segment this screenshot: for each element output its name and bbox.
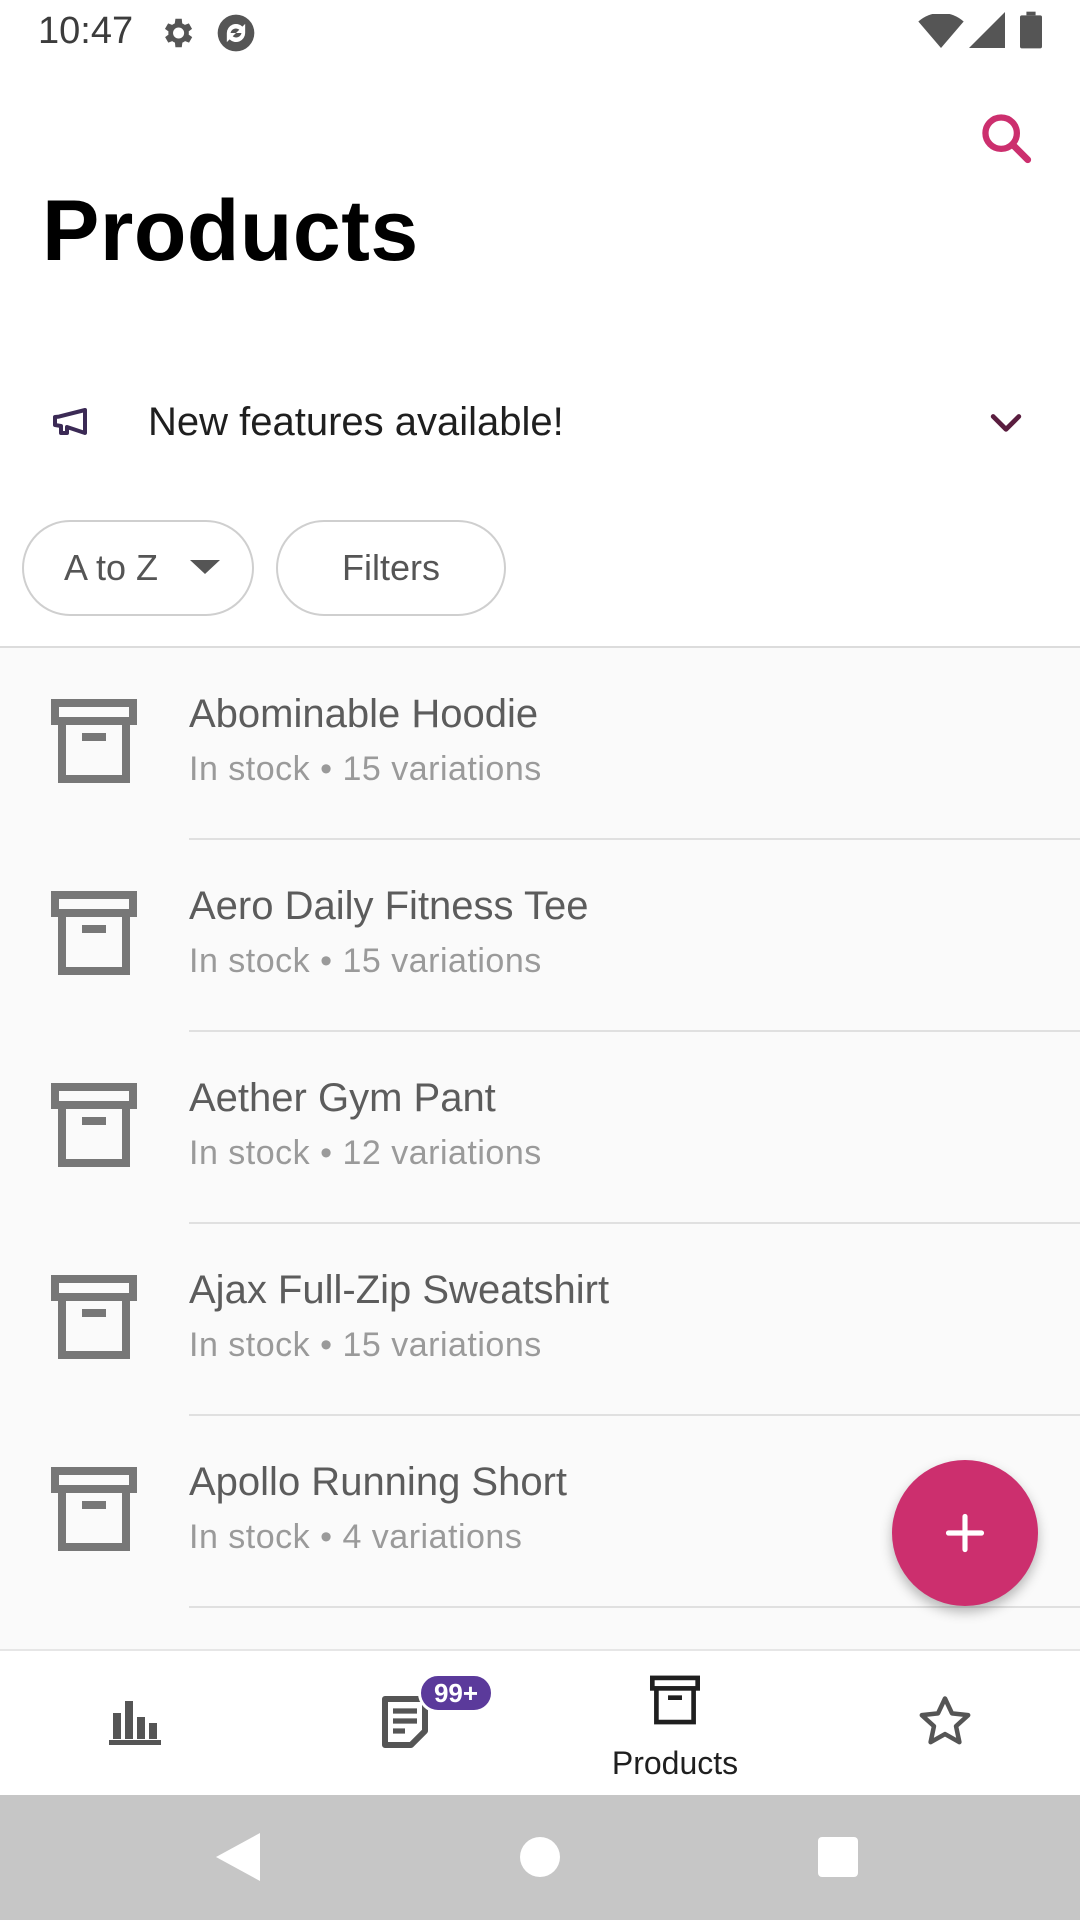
- product-box-icon: [51, 1275, 137, 1359]
- product-box-icon: [51, 1083, 137, 1167]
- product-stock-status: In stock • 15 variations: [189, 942, 542, 980]
- filters-chip-label: Filters: [342, 547, 440, 588]
- bottom-navigation: 99+ Products: [0, 1649, 1080, 1795]
- gear-icon: [164, 18, 193, 48]
- nav-item-products[interactable]: Products: [540, 1651, 810, 1797]
- product-stock-status: In stock • 15 variations: [189, 750, 542, 788]
- product-box-icon: [51, 891, 137, 975]
- product-box-icon: [51, 1467, 137, 1551]
- recents-icon[interactable]: [818, 1837, 858, 1877]
- product-list-item[interactable]: Abominable Hoodie In stock • 15 variatio…: [0, 648, 1080, 840]
- product-name: Abominable Hoodie: [189, 692, 539, 736]
- search-button[interactable]: [970, 102, 1042, 174]
- status-bar: 10:47: [0, 0, 1080, 66]
- feature-banner-text: New features available!: [148, 400, 564, 444]
- bar-chart-icon: [109, 1701, 161, 1745]
- back-icon[interactable]: [216, 1833, 260, 1881]
- home-icon[interactable]: [520, 1837, 560, 1877]
- megaphone-icon: [53, 408, 87, 435]
- add-product-button[interactable]: [892, 1460, 1038, 1606]
- product-name: Aero Daily Fitness Tee: [189, 884, 589, 928]
- dropdown-caret-icon: [190, 560, 220, 574]
- product-name: Apollo Running Short: [189, 1460, 568, 1504]
- nav-item-reviews[interactable]: [810, 1651, 1080, 1797]
- nav-label-products: Products: [611, 1745, 739, 1781]
- star-icon: [919, 1696, 971, 1745]
- product-list-item[interactable]: Aether Gym Pant In stock • 12 variations: [0, 1032, 1080, 1224]
- page-title: Products: [42, 183, 419, 279]
- search-icon: [982, 114, 1032, 164]
- product-stock-status: In stock • 15 variations: [189, 1326, 542, 1364]
- battery-icon: [1020, 11, 1042, 49]
- product-list-item[interactable]: Ajax Full-Zip Sweatshirt In stock • 15 v…: [0, 1224, 1080, 1416]
- filters-chip[interactable]: Filters: [276, 520, 506, 616]
- product-stock-status: In stock • 12 variations: [189, 1134, 542, 1172]
- feature-announcement-banner[interactable]: New features available!: [0, 370, 1080, 474]
- chevron-down-icon[interactable]: [984, 400, 1028, 444]
- sort-chip[interactable]: A to Z: [22, 520, 254, 616]
- product-name: Ajax Full-Zip Sweatshirt: [189, 1268, 610, 1312]
- products-box-icon: [650, 1675, 700, 1725]
- orders-count-badge: 99+: [418, 1673, 494, 1713]
- cell-signal-icon: [969, 12, 1005, 48]
- product-name: Aether Gym Pant: [189, 1076, 496, 1120]
- nav-item-dashboard[interactable]: [0, 1651, 270, 1797]
- product-list-item[interactable]: Aero Daily Fitness Tee In stock • 15 var…: [0, 840, 1080, 1032]
- sort-chip-label: A to Z: [64, 547, 159, 588]
- system-navigation-bar: [0, 1795, 1080, 1920]
- sync-icon: [217, 14, 255, 52]
- wifi-icon: [918, 14, 964, 48]
- product-box-icon: [51, 699, 137, 783]
- status-time: 10:47: [38, 10, 134, 52]
- product-stock-status: In stock • 4 variations: [189, 1518, 523, 1556]
- plus-icon: [945, 1513, 985, 1553]
- list-divider: [189, 1606, 1080, 1608]
- nav-item-orders[interactable]: [270, 1651, 540, 1797]
